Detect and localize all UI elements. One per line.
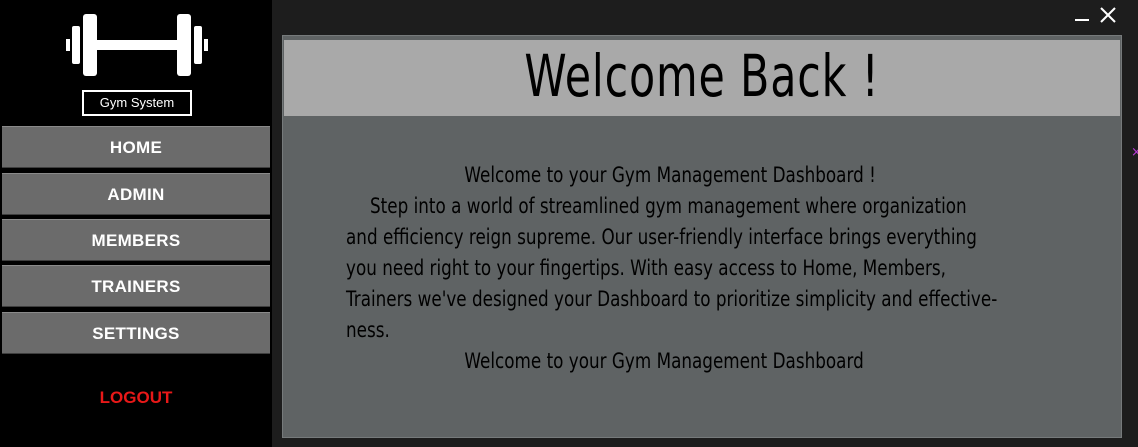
sidebar: Gym System HOME ADMIN MEMBERS TRAINERS S…	[0, 0, 272, 447]
welcome-banner: Welcome Back !	[284, 40, 1120, 116]
text-line: Trainers we've designed your Dashboard t…	[346, 287, 998, 311]
close-icon[interactable]	[1098, 5, 1118, 25]
text-line: you need right to your fingertips. With …	[346, 256, 946, 280]
page-title: Welcome Back !	[524, 42, 880, 110]
title-bar	[272, 0, 1138, 33]
nav-members-button[interactable]: MEMBERS	[2, 219, 270, 261]
close-marker-icon: ×	[1131, 145, 1138, 160]
logout-button[interactable]: LOGOUT	[2, 388, 270, 408]
nav-trainers-button[interactable]: TRAINERS	[2, 265, 270, 307]
text-line: Welcome to your Gym Management Dashboard…	[464, 163, 876, 187]
nav-home-button[interactable]: HOME	[2, 126, 270, 168]
welcome-text: Welcome to your Gym Management Dashboard…	[346, 160, 998, 377]
text-line: and efficiency reign supreme. Our user-f…	[346, 225, 977, 249]
text-line: ness.	[346, 318, 390, 342]
text-line: Welcome to your Gym Management Dashboard	[464, 349, 864, 373]
dumbbell-icon	[66, 14, 208, 76]
nav-admin-button[interactable]: ADMIN	[2, 173, 270, 215]
nav-settings-button[interactable]: SETTINGS	[2, 312, 270, 354]
text-line: Step into a world of streamlined gym man…	[370, 194, 967, 218]
app-name-label: Gym System	[82, 90, 192, 116]
minimize-icon[interactable]	[1075, 6, 1089, 26]
